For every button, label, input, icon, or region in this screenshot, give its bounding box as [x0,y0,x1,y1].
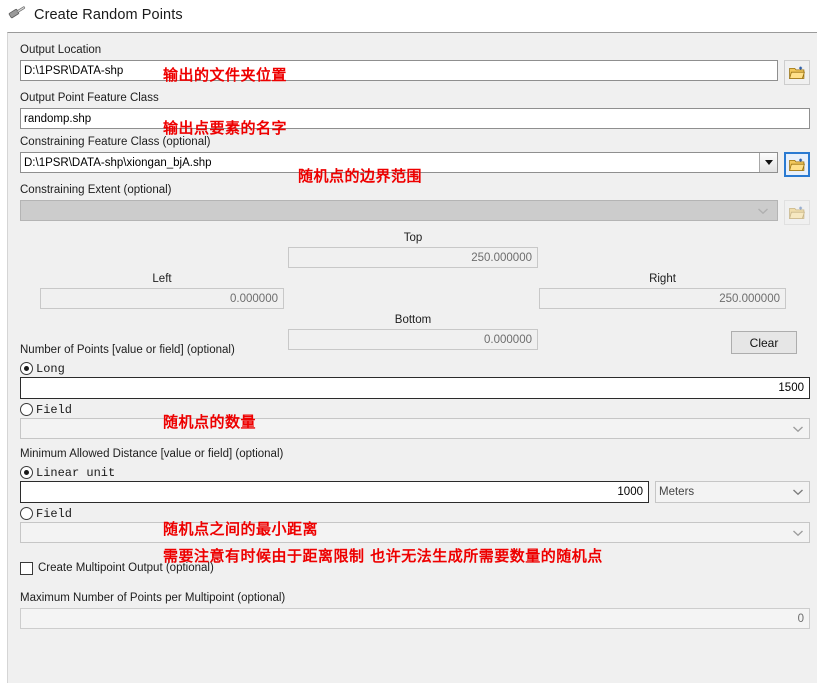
minimum-distance-linear-input[interactable]: 1000 [20,481,649,503]
extent-top-value: 250.000000 [471,251,532,264]
extent-bottom-label: Bottom [394,314,432,326]
window-titlebar: Create Random Points [0,0,817,30]
chevron-down-icon [787,425,809,433]
minimum-distance-unit-value: Meters [659,486,695,498]
extent-right-label: Right [649,273,676,285]
number-of-points-long-value: 1500 [778,382,804,394]
extent-right-input: 250.000000 [539,288,786,309]
radio-field-points-label: Field [36,402,73,417]
open-folder-icon [789,66,805,79]
create-multipoint-output-label: Create Multipoint Output (optional) [38,561,214,574]
constraining-extent-label: Constraining Extent (optional) [20,184,172,196]
radio-long[interactable] [20,362,33,375]
extent-left-value: 0.000000 [230,292,278,305]
window-title: Create Random Points [34,7,183,23]
radio-linear-unit[interactable] [20,466,33,479]
max-points-per-multipoint-label: Maximum Number of Points per Multipoint … [20,592,286,604]
number-of-points-field-radio-row[interactable]: Field [20,401,810,418]
extent-bottom-input: 0.000000 [288,329,538,350]
output-location-label: Output Location [20,44,102,56]
constraining-feature-class-browse-button[interactable] [784,152,810,177]
extent-bottom-value: 0.000000 [484,333,532,346]
constraining-extent-browse-button [784,200,810,225]
extent-left-input: 0.000000 [40,288,284,309]
radio-field-points[interactable] [20,403,33,416]
max-points-per-multipoint-value: 0 [797,612,804,625]
tool-dialog-panel: Output Location D:\1PSR\DATA-shp Output … [7,32,817,683]
radio-linear-unit-label: Linear unit [36,465,116,480]
output-point-feature-class-value: randomp.shp [24,112,92,125]
extent-left-label: Left [152,273,172,285]
minimum-distance-field-radio-row[interactable]: Field [20,505,810,522]
radio-field-distance[interactable] [20,507,33,520]
output-point-feature-class-input[interactable]: randomp.shp [20,108,810,129]
radio-long-label: Long [36,361,65,376]
open-folder-icon [789,158,805,171]
output-location-input[interactable]: D:\1PSR\DATA-shp [20,60,778,81]
constraining-feature-class-label: Constraining Feature Class (optional) [20,136,211,148]
constraining-extent-combo [20,200,778,221]
clear-button[interactable]: Clear [731,331,797,354]
number-of-points-long-input[interactable]: 1500 [20,377,810,399]
minimum-distance-linear-value: 1000 [617,486,643,498]
chevron-down-icon[interactable] [787,488,809,496]
create-multipoint-output-row[interactable]: Create Multipoint Output (optional) [20,559,810,577]
open-folder-icon [789,206,805,219]
chevron-down-icon [787,529,809,537]
minimum-distance-field-combo [20,522,810,543]
constraining-feature-class-combo[interactable]: D:\1PSR\DATA-shp\xiongan_bjA.shp [20,152,778,173]
constraining-feature-class-value: D:\1PSR\DATA-shp\xiongan_bjA.shp [24,156,212,169]
minimum-distance-linear-radio-row[interactable]: Linear unit [20,464,810,481]
extent-grid: Top 250.000000 Left 0.000000 Right 250.0… [20,231,810,354]
radio-field-distance-label: Field [36,506,73,521]
hammer-tool-icon [8,5,30,25]
output-location-value: D:\1PSR\DATA-shp [24,64,124,77]
number-of-points-long-radio-row[interactable]: Long [20,360,810,377]
number-of-points-field-combo [20,418,810,439]
extent-top-label: Top [403,232,423,244]
extent-right-value: 250.000000 [719,292,780,305]
extent-top-input: 250.000000 [288,247,538,268]
minimum-allowed-distance-label: Minimum Allowed Distance [value or field… [20,448,284,460]
chevron-down-icon [752,207,774,215]
output-point-feature-class-label: Output Point Feature Class [20,92,159,104]
minimum-distance-unit-combo[interactable]: Meters [655,481,810,503]
create-multipoint-output-checkbox[interactable] [20,561,33,575]
max-points-per-multipoint-input: 0 [20,608,810,629]
chevron-down-icon[interactable] [759,153,777,172]
output-location-browse-button[interactable] [784,60,810,85]
